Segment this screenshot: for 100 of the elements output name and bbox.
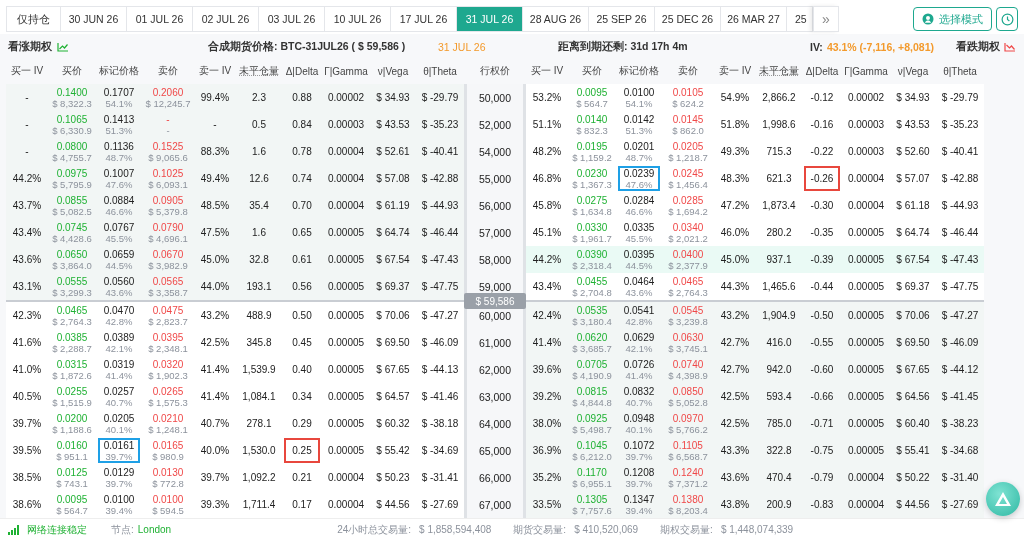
table-cell: 99.4% xyxy=(200,92,230,103)
table-cell: 0.45 xyxy=(292,337,312,348)
sub-value: $ 4,398.9 xyxy=(668,369,708,381)
table-cell: 43.7% xyxy=(12,200,42,211)
sub-value: 39.7% xyxy=(105,450,133,462)
sub-value: $ 1,634.8 xyxy=(572,205,612,217)
table-cell: $ 67.65 xyxy=(896,364,930,375)
bid-price: 0.0330 xyxy=(576,221,608,233)
date-tab[interactable]: 25 SEP 26 xyxy=(589,6,655,32)
strike-price: 62,000 xyxy=(464,356,526,383)
sub-value: $ 5,498.7 xyxy=(572,423,612,435)
ask-price: 0.1380 xyxy=(672,493,704,505)
mark-price: 0.1707 xyxy=(103,86,135,98)
ask-price: 0.0970 xyxy=(672,412,704,424)
sub-value: $ 5,082.5 xyxy=(52,205,92,217)
bid-price: 0.0455 xyxy=(576,275,608,287)
date-tab[interactable]: 10 JUL 26 xyxy=(325,6,391,32)
table-cell: 0.56 xyxy=(292,281,312,292)
table-cell: $ -46.09 xyxy=(941,337,979,348)
ask-price: 0.0545 xyxy=(672,304,704,316)
table-cell: 0.00004 xyxy=(847,173,885,184)
mark-price: 0.1136 xyxy=(104,140,134,152)
ask-price: 0.0285 xyxy=(672,194,704,206)
column-header: 买价 xyxy=(61,64,83,78)
table-cell: 40.5% xyxy=(12,391,42,402)
more-tabs-button[interactable]: » xyxy=(813,6,839,32)
table-cell: 200.9 xyxy=(766,499,792,510)
bid-price: 0.0975 xyxy=(56,167,88,179)
mark-price: 0.0726 xyxy=(623,358,655,370)
table-cell: 0.00005 xyxy=(327,418,365,429)
table-cell: 43.1% xyxy=(12,281,42,292)
date-tab[interactable]: 30 JUN 26 xyxy=(61,6,127,32)
table-cell: 51.8% xyxy=(720,119,750,130)
bid-price: 0.0800 xyxy=(56,140,88,152)
strike-price: 52,000 xyxy=(464,111,526,138)
date-tab[interactable]: 02 JUL 26 xyxy=(193,6,259,32)
sub-value: 44.5% xyxy=(625,259,653,271)
sub-value: $ 5,052.8 xyxy=(668,396,708,408)
table-cell: -0.66 xyxy=(810,391,834,402)
table-cell: $ 67.54 xyxy=(376,254,410,265)
table-cell: 48.5% xyxy=(200,200,230,211)
table-cell: 39.6% xyxy=(532,364,562,375)
table-cell: $ -29.79 xyxy=(941,92,979,103)
table-cell: 0.00005 xyxy=(847,310,885,321)
sub-value: 43.6% xyxy=(105,286,133,298)
date-tab[interactable]: 25 xyxy=(787,6,813,32)
sub-value: $ 1,694.2 xyxy=(668,205,708,217)
sub-value: $ 1,367.3 xyxy=(572,178,612,190)
sub-value: 42.1% xyxy=(625,342,653,354)
table-cell: $ -31.41 xyxy=(421,472,459,483)
column-header: 卖价 xyxy=(157,64,179,78)
column-header: 标记价格 xyxy=(98,64,140,78)
node-label: 节点: xyxy=(111,522,134,537)
table-cell: - xyxy=(25,146,29,157)
table-cell: $ -34.68 xyxy=(941,445,979,456)
date-tab[interactable]: 26 MAR 27 xyxy=(721,6,787,32)
column-header: Δ|Delta xyxy=(804,65,840,77)
clock-button[interactable] xyxy=(996,7,1018,31)
column-header: 买一 IV xyxy=(529,64,565,78)
table-cell: $ -46.09 xyxy=(421,337,459,348)
table-cell: 0.00005 xyxy=(847,227,885,238)
sub-value: $ 8,322.3 xyxy=(52,97,92,109)
table-cell: 43.3% xyxy=(720,445,750,456)
sub-value: $ 1,218.7 xyxy=(668,151,708,163)
date-tab[interactable]: 17 JUL 26 xyxy=(391,6,457,32)
table-cell: 42.7% xyxy=(720,337,750,348)
holdings-filter-button[interactable]: 仅持仓 xyxy=(6,6,61,32)
date-tab[interactable]: 01 JUL 26 xyxy=(127,6,193,32)
table-cell: 46.8% xyxy=(532,173,562,184)
table-cell: $ 50.23 xyxy=(376,472,410,483)
mark-price: 0.1007 xyxy=(103,167,135,179)
table-cell: $ -44.12 xyxy=(941,364,979,375)
table-cell: 0.00004 xyxy=(327,200,365,211)
bid-price: 0.0705 xyxy=(576,358,608,370)
sub-value: $ 564.7 xyxy=(56,504,88,516)
mark-price: 0.0201 xyxy=(623,140,655,152)
date-tab[interactable]: 03 JUL 26 xyxy=(259,6,325,32)
table-cell: 0.00004 xyxy=(327,173,365,184)
sub-value: $ 9,065.6 xyxy=(148,151,188,163)
table-cell: -0.39 xyxy=(810,254,834,265)
volume-value: $ 1,858,594,408 xyxy=(419,524,492,535)
table-cell: 470.4 xyxy=(766,472,792,483)
bid-price: 0.0200 xyxy=(56,412,88,424)
signal-icon xyxy=(8,524,19,535)
ask-price: 0.1105 xyxy=(673,439,703,451)
table-cell: 0.00003 xyxy=(847,119,885,130)
table-cell: 47.2% xyxy=(720,200,750,211)
table-cell: $ 64.74 xyxy=(376,227,410,238)
table-cell: 1,465.6 xyxy=(762,281,796,292)
sub-value: $ 743.1 xyxy=(56,477,88,489)
date-tab[interactable]: 28 AUG 26 xyxy=(523,6,589,32)
table-cell: 621.3 xyxy=(766,173,792,184)
sub-value: $ 1,575.3 xyxy=(148,396,188,408)
ask-price: 0.0165 xyxy=(152,439,184,451)
sub-value: 54.1% xyxy=(625,97,653,109)
date-tab[interactable]: 25 DEC 26 xyxy=(655,6,721,32)
floating-assistant-button[interactable] xyxy=(986,482,1020,516)
table-cell: 39.7% xyxy=(200,472,230,483)
sub-value: 54.1% xyxy=(105,97,133,109)
table-cell: $ 60.40 xyxy=(896,418,930,429)
